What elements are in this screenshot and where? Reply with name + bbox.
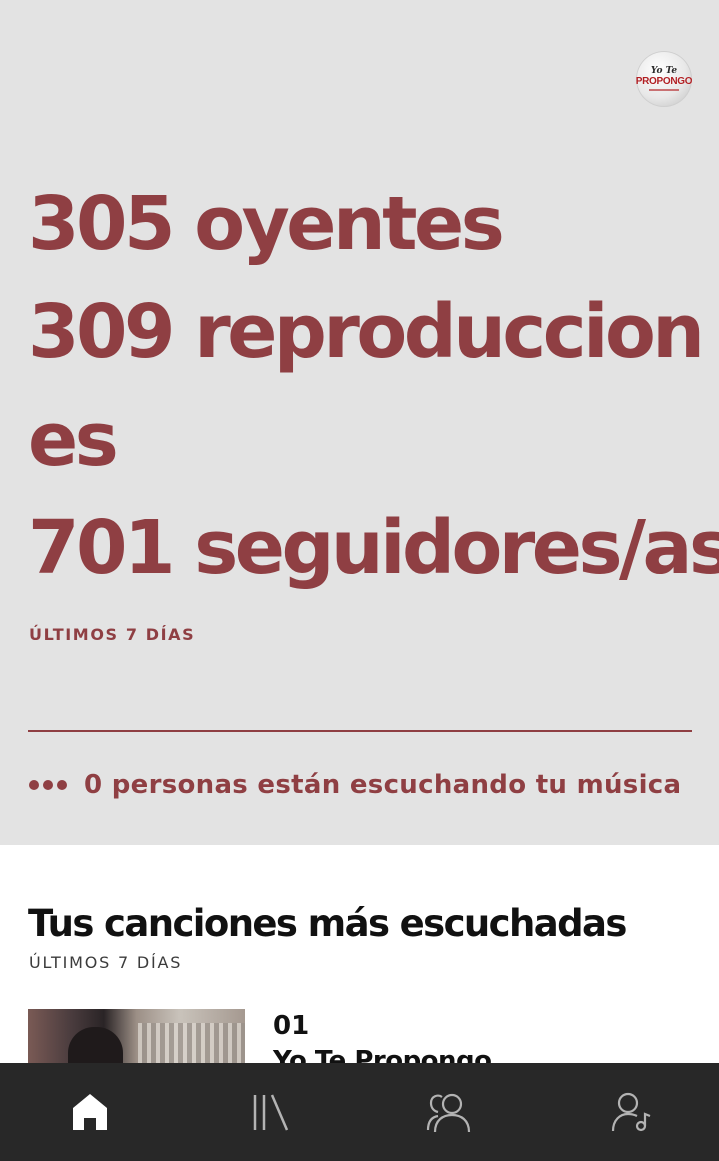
song-artwork — [28, 1009, 245, 1069]
top-songs-period: ÚLTIMOS 7 DÍAS — [29, 953, 183, 972]
avatar-logo-line1: Yo Te — [650, 66, 678, 76]
nav-home[interactable] — [30, 1063, 150, 1161]
app-screen: Yo Te PROPONGO 305 oyentes 309 reproducc… — [0, 0, 719, 1161]
home-icon — [73, 1094, 107, 1130]
nav-library[interactable] — [210, 1063, 330, 1161]
stats-period-label: ÚLTIMOS 7 DÍAS — [29, 625, 196, 644]
followers-stat: 701 seguidores/as — [28, 505, 719, 591]
streams-stat-line1: 309 reproduccion — [28, 289, 705, 375]
top-songs-title: Tus canciones más escuchadas — [28, 902, 627, 945]
nav-profile[interactable] — [572, 1063, 692, 1161]
bottom-navigation — [0, 1063, 719, 1161]
live-listeners: 0 personas están escuchando tu música — [29, 770, 681, 800]
avatar-logo-underline — [649, 89, 679, 91]
nav-audience[interactable] — [389, 1063, 509, 1161]
artist-avatar[interactable]: Yo Te PROPONGO — [636, 51, 692, 107]
audience-icon — [426, 1093, 471, 1133]
streams-stat-line2: es — [28, 397, 119, 483]
divider — [28, 730, 692, 732]
three-dots-icon — [29, 780, 67, 790]
live-listeners-text: 0 personas están escuchando tu música — [84, 770, 682, 800]
stats-panel: Yo Te PROPONGO 305 oyentes 309 reproducc… — [0, 0, 719, 845]
artist-profile-icon — [611, 1092, 651, 1132]
stats-summary: 305 oyentes 309 reproduccion es 701 segu… — [28, 170, 719, 602]
listeners-stat: 305 oyentes — [28, 181, 505, 267]
library-icon — [253, 1094, 289, 1131]
song-rank: 01 — [273, 1011, 310, 1041]
avatar-logo-line2: PROPONGO — [636, 76, 692, 87]
